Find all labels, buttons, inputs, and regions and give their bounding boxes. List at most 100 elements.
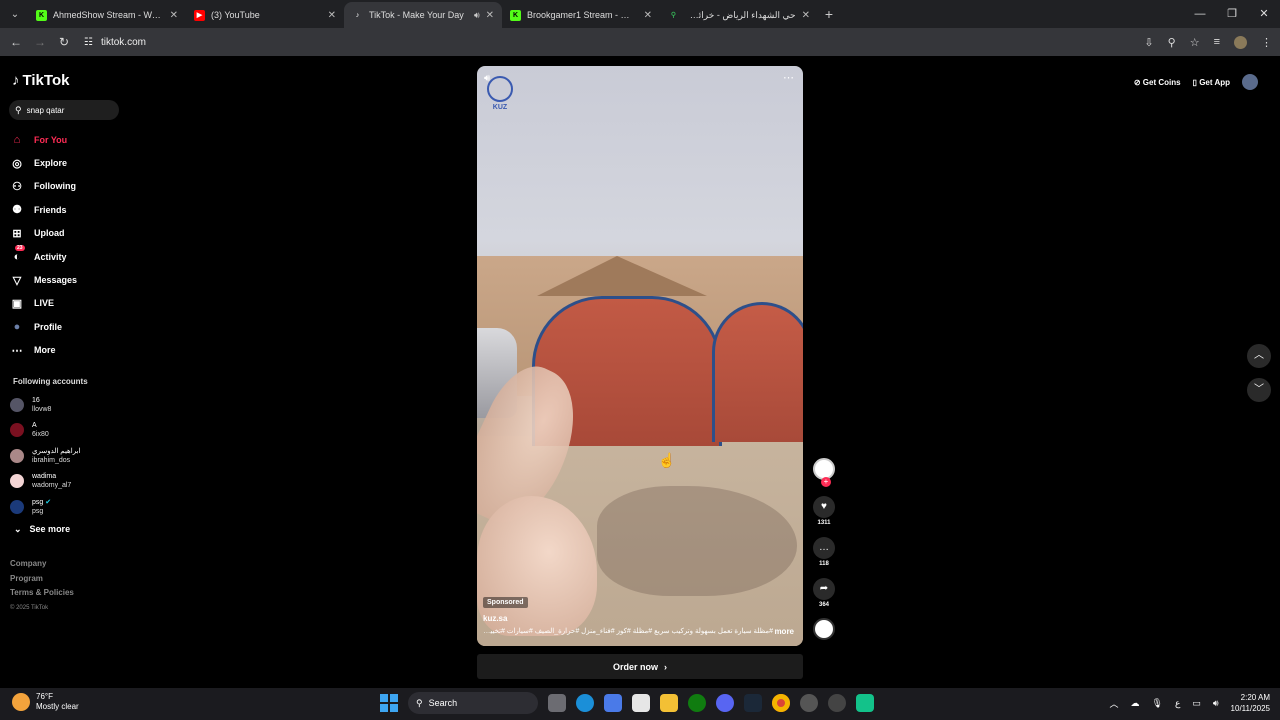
close-tab-icon[interactable]: ✕ [170, 10, 178, 21]
share-icon[interactable]: ➦ [813, 578, 835, 600]
taskbar-search[interactable]: ⚲ Search [408, 692, 538, 714]
back-icon[interactable]: ← [4, 35, 28, 49]
chrome-icon[interactable] [772, 694, 790, 712]
windows-start-icon[interactable] [380, 694, 398, 712]
edge-icon[interactable] [576, 694, 594, 712]
file-explorer-icon[interactable] [660, 694, 678, 712]
sidebar-item-activity[interactable]: ◐ 23 Activity [10, 244, 77, 268]
site-info-icon[interactable]: ☷ [84, 37, 93, 48]
app-icon[interactable] [856, 694, 874, 712]
kick-icon: K [510, 9, 521, 21]
account-name: psg [32, 498, 44, 506]
top-right-actions: ⊘ Get Coins ▯ Get App [1134, 74, 1258, 90]
sidebar-item-for-you[interactable]: ⌂ For You [10, 128, 77, 151]
volume-icon[interactable]: 🔊︎ [1213, 698, 1219, 709]
search-bar[interactable]: ⚲ [9, 100, 119, 120]
like-heart-icon[interactable]: ♥ [813, 496, 835, 518]
sidebar-item-upload[interactable]: ⊞ Upload [10, 222, 77, 245]
list-item[interactable]: 16 llovw8 [10, 392, 80, 418]
url-text: tiktok.com [100, 36, 146, 48]
browser-tab[interactable]: K AhmedShow Stream - Watch Li ✕ [28, 2, 186, 28]
caption-more-button[interactable]: more [774, 627, 794, 636]
clock[interactable]: 2:20 AM 10/11/2025 [1231, 692, 1270, 714]
chevron-down-icon[interactable]: ﹀ [1247, 378, 1271, 402]
tiktok-note-icon: ♪ [12, 72, 20, 89]
sidebar-item-label: Explore [34, 158, 68, 169]
sidebar-item-friends[interactable]: ⚉ Friends [10, 198, 77, 221]
install-icon[interactable]: ⇩ [1144, 36, 1153, 49]
discord-icon[interactable] [716, 694, 734, 712]
onedrive-icon[interactable]: ☁ [1131, 698, 1140, 709]
settings-icon[interactable] [800, 694, 818, 712]
bookmark-star-icon[interactable]: ☆ [1190, 36, 1200, 49]
chevron-up-icon[interactable]: ︿ [1110, 697, 1119, 710]
browser-tab[interactable]: K Brookgamer1 Stream - Watch L ✕ [502, 2, 660, 28]
sidebar-item-profile[interactable]: ● Profile [10, 315, 77, 338]
browser-tab-active[interactable]: ♪ TikTok - Make Your Day 🔊︎ ✕ [344, 2, 502, 28]
browser-tab[interactable]: ▶ (3) YouTube ✕ [186, 2, 344, 28]
get-coins-button[interactable]: ⊘ Get Coins [1134, 78, 1181, 87]
close-tab-icon[interactable]: ✕ [486, 10, 494, 21]
close-tab-icon[interactable]: ✕ [644, 10, 652, 21]
network-icon[interactable]: ▭ [1192, 698, 1201, 709]
list-item[interactable]: wadima wadomy_al7 [10, 469, 80, 495]
maximize-icon[interactable]: ❐ [1216, 0, 1248, 28]
list-item[interactable]: A 6ix80 [10, 418, 80, 444]
sidebar-item-more[interactable]: ⋯ More [10, 339, 77, 362]
video-account-name[interactable]: kuz.sa [483, 614, 507, 623]
app-icon[interactable] [828, 694, 846, 712]
comment-icon[interactable]: … [813, 537, 835, 559]
music-disc-icon[interactable] [813, 618, 835, 640]
sidebar-item-label: More [34, 345, 56, 356]
sidebar-item-following[interactable]: ⚇ Following [10, 175, 77, 198]
steam-icon[interactable] [744, 694, 762, 712]
weather-widget[interactable]: 76°F Mostly clear [12, 692, 79, 712]
volume-icon[interactable]: 🔊︎ [484, 73, 490, 84]
follow-plus-icon[interactable]: + [821, 477, 831, 487]
footer-link[interactable]: Terms & Policies [10, 586, 74, 601]
sidebar-item-live[interactable]: ▣ LIVE [10, 292, 77, 315]
browser-tab[interactable]: ⚲ حي الشهداء الرياض - خرائط Google ✕ [660, 2, 818, 28]
more-options-icon[interactable]: ⋯ [783, 71, 794, 84]
more-icon: ⋯ [11, 344, 23, 357]
account-username: llovw8 [32, 405, 52, 413]
search-input[interactable] [26, 105, 107, 115]
comment-count: 118 [819, 561, 829, 567]
forward-icon[interactable]: → [28, 35, 52, 49]
close-window-icon[interactable]: ✕ [1248, 0, 1280, 28]
creator-avatar[interactable]: + [813, 458, 835, 487]
get-app-button[interactable]: ▯ Get App [1193, 78, 1230, 87]
sidebar-item-explore[interactable]: ◎ Explore [10, 151, 77, 174]
zoom-icon[interactable]: ⚲ [1168, 36, 1176, 49]
video-actions: + ♥ 1311 … 118 ➦ 364 [813, 458, 835, 640]
chevron-up-icon[interactable]: ︿ [1247, 344, 1271, 368]
input-language[interactable]: ع [1175, 698, 1180, 709]
xbox-icon[interactable] [688, 694, 706, 712]
profile-avatar[interactable] [1234, 35, 1247, 49]
list-item[interactable]: ابراهيم الدوسري ibrahim_dos [10, 443, 80, 469]
close-tab-icon[interactable]: ✕ [802, 10, 810, 21]
new-tab-icon[interactable]: + [818, 6, 840, 22]
menu-kebab-icon[interactable]: ⋮ [1261, 36, 1272, 49]
order-now-button[interactable]: Order now › [477, 654, 803, 679]
sidebar-item-messages[interactable]: ▽ Messages [10, 268, 77, 291]
url-field[interactable]: ☷ tiktok.com [84, 37, 146, 48]
minimize-icon[interactable]: — [1184, 0, 1216, 28]
tab-search-icon[interactable]: ⌄ [2, 3, 28, 25]
video-player[interactable]: KUZ 🔊︎ ⋯ Sponsored kuz.sa #مظلة سيارة تع… [477, 66, 803, 646]
reload-icon[interactable]: ↻ [52, 35, 76, 49]
media-control-icon[interactable]: ≡ [1214, 36, 1220, 48]
task-view-icon[interactable] [548, 694, 566, 712]
footer-link[interactable]: Company [10, 557, 74, 572]
avatar [10, 499, 24, 514]
see-more-button[interactable]: ⌄ See more [14, 524, 70, 535]
speaker-icon[interactable]: 🔊︎ [474, 10, 480, 21]
close-tab-icon[interactable]: ✕ [328, 10, 336, 21]
user-avatar[interactable] [1242, 74, 1258, 90]
store-icon[interactable] [632, 694, 650, 712]
tiktok-logo[interactable]: ♪ TikTok [12, 72, 69, 89]
copilot-icon[interactable] [604, 694, 622, 712]
microphone-icon[interactable]: 🎙︎ [1152, 698, 1163, 709]
list-item[interactable]: psg ✔ psg [10, 494, 80, 520]
footer-link[interactable]: Program [10, 572, 74, 587]
